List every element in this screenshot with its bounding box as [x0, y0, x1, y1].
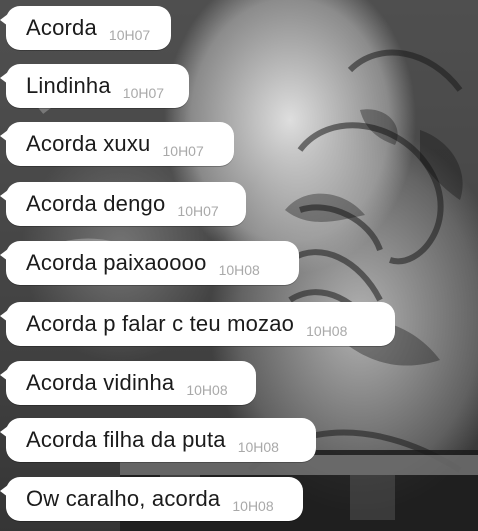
message-bubble: Acorda filha da puta 10H08: [0, 418, 316, 462]
message-bubble: Acorda dengo 10H07: [0, 182, 246, 226]
message-bubble: Acorda xuxu 10H07: [0, 122, 234, 166]
message-bubble: Ow caralho, acorda 10H08: [0, 477, 303, 521]
message-time: 10H08: [232, 498, 274, 514]
message-bubble: Lindinha 10H07: [0, 64, 189, 108]
message-text: Ow caralho, acorda: [26, 486, 221, 511]
message-text: Acorda vidinha: [26, 370, 175, 395]
message-bubble: Acorda p falar c teu mozao 10H08: [0, 302, 395, 346]
message-text: Acorda filha da puta: [26, 427, 226, 452]
chat-message-list: Acorda 10H07 Lindinha 10H07 Acorda xuxu …: [0, 0, 478, 531]
message-text: Acorda p falar c teu mozao: [26, 311, 295, 336]
message-time: 10H07: [108, 27, 151, 43]
message-time: 10H08: [218, 262, 260, 278]
message-text: Lindinha: [26, 73, 111, 98]
message-time: 10H07: [162, 143, 204, 159]
message-time: 10H08: [306, 323, 348, 339]
message-bubble: Acorda 10H07: [0, 6, 171, 50]
message-time: 10H08: [186, 382, 228, 398]
message-bubble: Acorda paixaoooo 10H08: [0, 241, 299, 285]
message-bubble: Acorda vidinha 10H08: [0, 361, 256, 405]
message-time: 10H07: [122, 85, 165, 101]
message-text: Acorda xuxu: [26, 131, 151, 156]
message-text: Acorda: [26, 15, 97, 40]
message-text: Acorda dengo: [26, 191, 166, 216]
message-text: Acorda paixaoooo: [26, 250, 207, 275]
message-time: 10H07: [177, 203, 219, 219]
message-time: 10H08: [237, 439, 279, 455]
